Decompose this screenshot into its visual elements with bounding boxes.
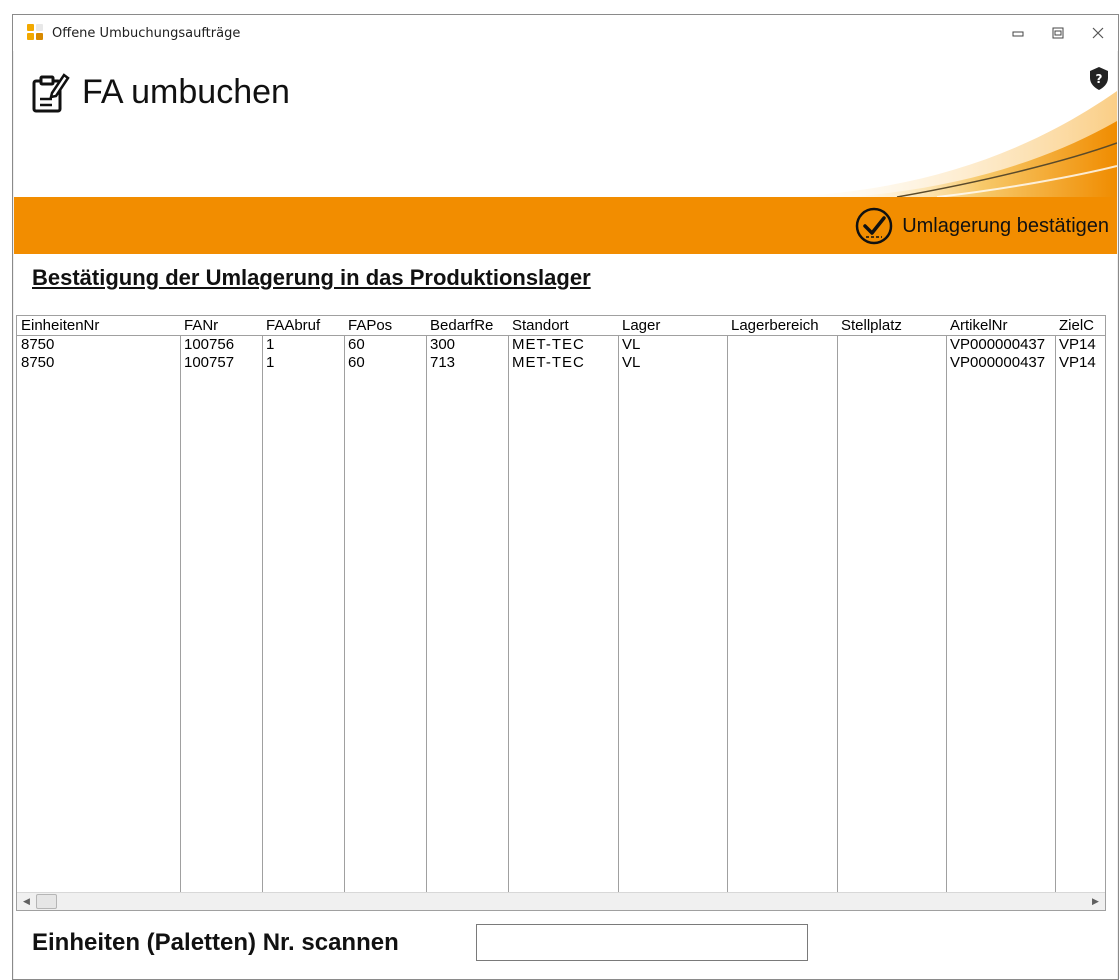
scan-label: Einheiten (Paletten) Nr. scannen	[32, 929, 399, 956]
application-window: Offene Umbuchungsaufträge FA umbuchen ? …	[12, 14, 1119, 980]
title-bar[interactable]: Offene Umbuchungsaufträge	[13, 15, 1118, 51]
cell-stellplatz	[837, 336, 946, 354]
cell-lagerbereich	[727, 336, 837, 354]
transfer-table[interactable]: EinheitenNr FANr FAAbruf FAPos BedarfRe …	[16, 315, 1106, 911]
svg-text:?: ?	[1096, 72, 1103, 86]
scan-input[interactable]	[476, 924, 808, 961]
cell-zielc: VP14	[1059, 336, 1096, 353]
cell-artikelnr: VP000000437	[950, 336, 1046, 353]
column-header-zielc[interactable]: ZielC	[1055, 317, 1105, 335]
table-row[interactable]: 8750 100757 1 60 713 MET-TEC VL VP000000…	[17, 354, 1105, 372]
cell-einheitennr: 8750	[21, 354, 55, 371]
check-circle-icon	[855, 207, 893, 245]
close-icon[interactable]	[1078, 15, 1118, 51]
column-header-lagerbereich[interactable]: Lagerbereich	[727, 317, 837, 335]
cell-fanr: 100756	[184, 336, 235, 353]
column-header-faabruf[interactable]: FAAbruf	[262, 317, 344, 335]
scroll-right-icon[interactable]: ▶	[1087, 893, 1104, 910]
cell-stellplatz	[837, 354, 946, 372]
column-header-fanr[interactable]: FANr	[180, 317, 262, 335]
column-header-standort[interactable]: Standort	[508, 317, 618, 335]
cell-lager: VL	[622, 354, 641, 371]
column-header-bedarfre[interactable]: BedarfRe	[426, 317, 508, 335]
minimize-icon[interactable]	[998, 15, 1038, 51]
column-header-stellplatz[interactable]: Stellplatz	[837, 317, 946, 335]
cell-standort: MET-TEC	[512, 354, 585, 371]
cell-fapos: 60	[348, 354, 365, 371]
header: FA umbuchen ?	[14, 51, 1117, 197]
cell-einheitennr: 8750	[21, 336, 55, 353]
table-row[interactable]: 8750 100756 1 60 300 MET-TEC VL VP000000…	[17, 336, 1105, 354]
cell-fanr: 100757	[184, 354, 235, 371]
column-header-fapos[interactable]: FAPos	[344, 317, 426, 335]
document-edit-icon	[32, 73, 70, 113]
cell-faabruf: 1	[266, 354, 275, 371]
cell-fapos: 60	[348, 336, 365, 353]
header-swoosh-decoration	[787, 91, 1117, 197]
cell-lager: VL	[622, 336, 641, 353]
cell-artikelnr: VP000000437	[950, 354, 1046, 371]
cell-faabruf: 1	[266, 336, 275, 353]
cell-zielc: VP14	[1059, 354, 1096, 371]
column-header-einheitennr[interactable]: EinheitenNr	[17, 317, 180, 335]
cell-bedarfre: 300	[430, 336, 456, 353]
confirm-transfer-button[interactable]: Umlagerung bestätigen	[854, 206, 1109, 246]
cell-lagerbereich	[727, 354, 837, 372]
confirm-transfer-label: Umlagerung bestätigen	[902, 214, 1109, 237]
scrollbar-thumb[interactable]	[36, 894, 57, 909]
section-title: Bestätigung der Umlagerung in das Produk…	[32, 265, 591, 290]
help-shield-icon[interactable]: ?	[1087, 65, 1111, 91]
page-title: FA umbuchen	[82, 73, 290, 111]
table-header-row: EinheitenNr FANr FAAbruf FAPos BedarfRe …	[17, 316, 1105, 336]
cell-bedarfre: 713	[430, 354, 456, 371]
app-logo-icon	[27, 24, 45, 42]
scroll-left-icon[interactable]: ◀	[18, 893, 35, 910]
maximize-icon[interactable]	[1038, 15, 1078, 51]
horizontal-scrollbar[interactable]: ◀ ▶	[17, 892, 1105, 910]
action-bar: Umlagerung bestätigen	[14, 197, 1117, 254]
client-area: FA umbuchen ? Umlagerung bestätigen Best…	[14, 51, 1117, 979]
window-title: Offene Umbuchungsaufträge	[52, 25, 241, 41]
column-header-artikelnr[interactable]: ArtikelNr	[946, 317, 1055, 335]
cell-standort: MET-TEC	[512, 336, 585, 353]
column-header-lager[interactable]: Lager	[618, 317, 727, 335]
